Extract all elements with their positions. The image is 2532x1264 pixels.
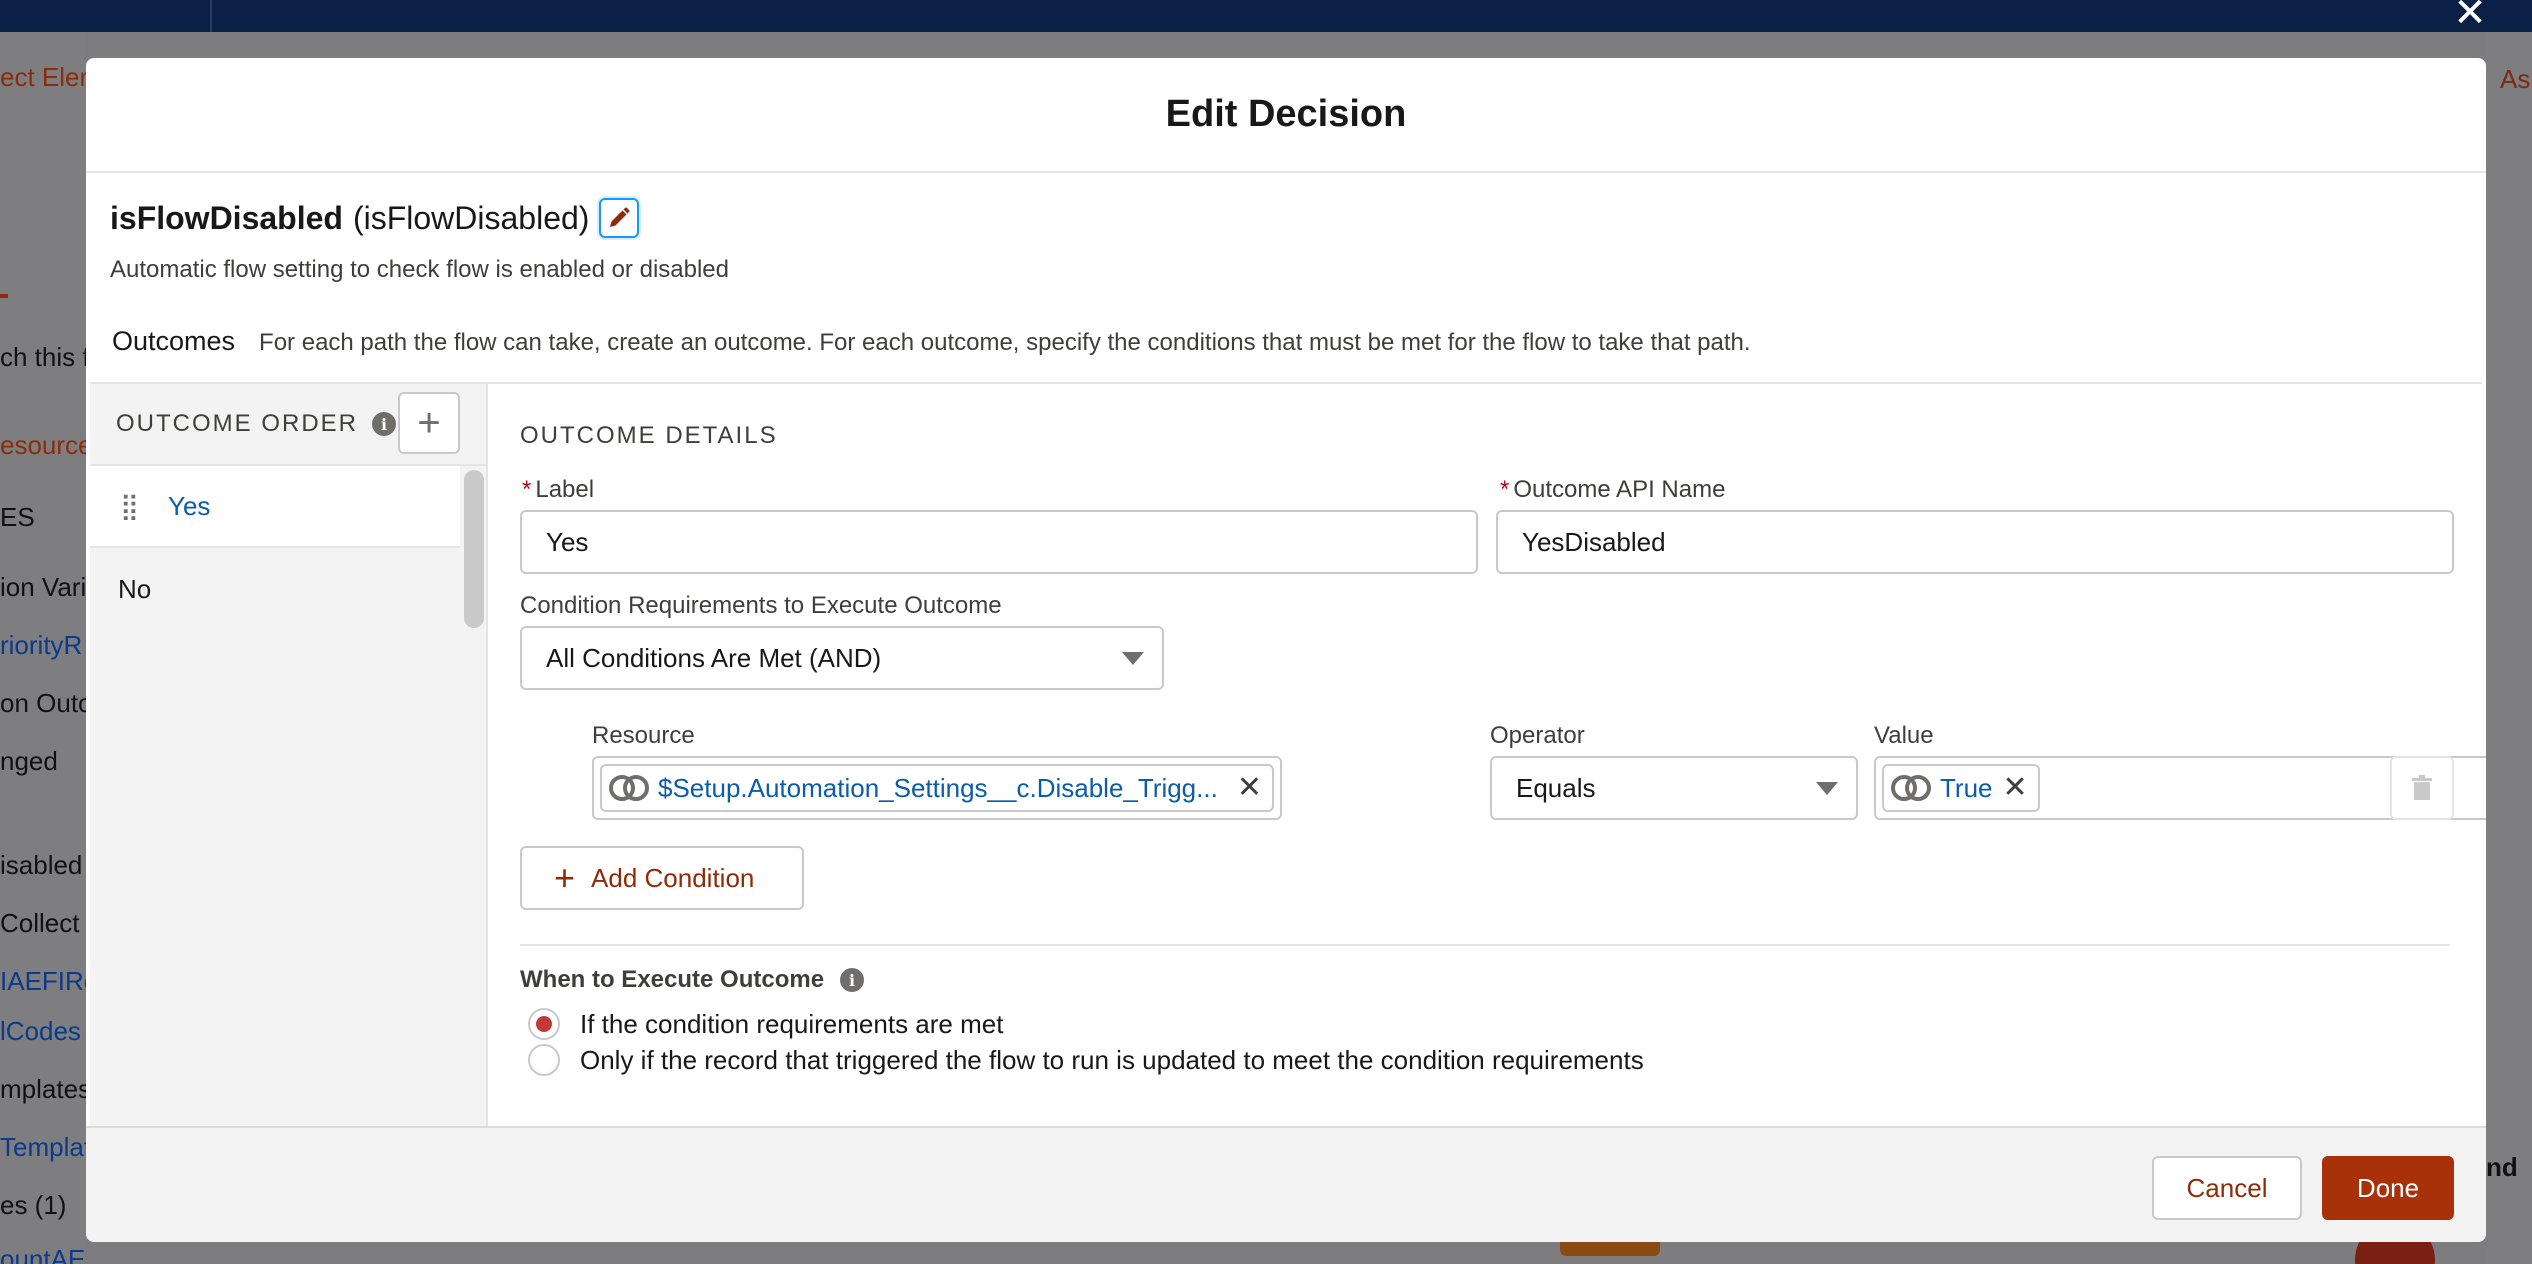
outcome-item-no[interactable]: No (90, 548, 460, 630)
bg-sidebar-item: IAEFIRe (0, 966, 86, 996)
header-divider (210, 0, 212, 32)
value-label: Value (1874, 722, 1934, 749)
radio-label: Only if the record that triggered the fl… (580, 1044, 1644, 1075)
outcome-list: ⣿ Yes No (90, 466, 460, 630)
radio-label: If the condition requirements are met (580, 1008, 1004, 1039)
remove-resource-icon[interactable]: ✕ (1237, 773, 1262, 803)
close-modal-icon[interactable]: ✕ (2448, 0, 2492, 33)
done-button[interactable]: Done (2322, 1156, 2454, 1220)
global-header (0, 0, 2532, 32)
outcome-item-label: Yes (168, 490, 211, 521)
edit-properties-button[interactable] (599, 198, 640, 238)
outcome-list-scrollbar[interactable] (464, 470, 484, 628)
when-to-execute-title: When to Execute Outcome i (520, 966, 865, 994)
bg-sidebar-item: lCodes (0, 1016, 81, 1046)
element-name-row: isFlowDisabled (isFlowDisabled) (110, 198, 640, 238)
selected-value: All Conditions Are Met (AND) (546, 642, 882, 673)
chevron-down-icon (1122, 652, 1144, 665)
outcome-details-panel: OUTCOME DETAILS * Label Yes * Outcome API … (490, 384, 2486, 1126)
resource-pill: $Setup.Automation_Settings__c.Disable_Tr… (600, 764, 1274, 812)
value-text: True (1940, 772, 1993, 803)
bg-sidebar-item: riorityR (0, 630, 83, 660)
api-name-input[interactable]: YesDisabled (1496, 510, 2454, 574)
bg-sidebar-item: ect Elem (0, 62, 86, 92)
element-api-name: (isFlowDisabled) (352, 199, 590, 236)
radio-condition-met[interactable]: If the condition requirements are met (528, 1008, 1003, 1040)
resource-value: $Setup.Automation_Settings__c.Disable_Tr… (658, 772, 1218, 803)
info-icon[interactable]: i (840, 968, 865, 992)
bg-right-label: nd (2486, 1152, 2518, 1182)
outcome-item-label: No (118, 573, 152, 604)
selected-value: Equals (1516, 772, 1596, 803)
bg-sidebar-item: nged (0, 746, 58, 776)
outcomes-label: Outcomes (112, 326, 236, 356)
operator-label: Operator (1490, 722, 1585, 749)
background-right-panel: As (2486, 32, 2532, 1264)
trash-icon (2412, 775, 2432, 800)
condition-requirements-select[interactable]: All Conditions Are Met (AND) (520, 626, 1164, 690)
bg-sidebar-item: esource (0, 430, 86, 460)
bg-sidebar-item: ion Vari (0, 572, 86, 602)
condition-requirements-label: Condition Requirements to Execute Outcom… (520, 592, 1002, 619)
element-description: Automatic flow setting to check flow is … (110, 256, 729, 283)
bg-sidebar-item: on Outc (0, 688, 86, 718)
delete-condition-button[interactable] (2390, 756, 2454, 820)
radio-button[interactable] (528, 1008, 560, 1040)
modal-header: Edit Decision (86, 58, 2486, 173)
global-variable-icon (1891, 775, 1931, 801)
edit-decision-modal: Edit Decision isFlowDisabled (isFlowDisa… (86, 58, 2486, 1242)
modal-title: Edit Decision (1165, 93, 1407, 135)
operator-select[interactable]: Equals (1490, 756, 1858, 820)
api-name-field-label: * Outcome API Name (1500, 476, 1726, 503)
element-label: isFlowDisabled (110, 199, 343, 236)
outcome-order-title: OUTCOME ORDER (116, 410, 358, 437)
info-icon[interactable]: i (372, 412, 396, 436)
add-outcome-button[interactable]: + (398, 392, 460, 454)
plus-icon: + (417, 400, 441, 445)
pencil-icon (610, 207, 630, 227)
required-asterisk: * (1500, 476, 1510, 503)
plus-icon: + (554, 857, 576, 898)
cancel-button[interactable]: Cancel (2152, 1156, 2302, 1220)
drag-handle-icon[interactable]: ⣿ (120, 491, 150, 522)
outcomes-panel: OUTCOME ORDER i + ⣿ Yes No OUTCOME DETAI… (90, 382, 2486, 1126)
active-tab-indicator (0, 294, 8, 298)
bg-sidebar-item: ES (0, 502, 35, 532)
outcome-details-title: OUTCOME DETAILS (520, 422, 778, 449)
bg-sidebar-item: ch this f (0, 342, 86, 372)
outcomes-help-text: For each path the flow can take, create … (259, 329, 1751, 356)
outcome-item-yes[interactable]: ⣿ Yes (90, 466, 460, 548)
radio-button[interactable] (528, 1044, 560, 1076)
modal-footer: Cancel Done (86, 1126, 2486, 1242)
add-condition-label: Add Condition (591, 862, 755, 893)
bg-right-link: As (2500, 64, 2531, 94)
section-divider (520, 944, 2450, 946)
bg-sidebar-item: Collect (0, 908, 80, 938)
bg-sidebar-item: Templat (0, 1132, 86, 1162)
bg-sidebar-item: es (1) (0, 1190, 67, 1220)
bg-sidebar-item: ountAEFIReports (0, 1244, 86, 1264)
radio-record-updated[interactable]: Only if the record that triggered the fl… (528, 1044, 1644, 1076)
add-condition-button[interactable]: + Add Condition (520, 846, 804, 910)
chevron-down-icon (1816, 782, 1838, 795)
outcomes-header: Outcomes For each path the flow can take… (112, 326, 1751, 357)
resource-input[interactable]: $Setup.Automation_Settings__c.Disable_Tr… (592, 756, 1282, 820)
resource-label: Resource (592, 722, 695, 749)
bg-sidebar-item: isabled (0, 850, 83, 880)
global-variable-icon (609, 775, 649, 801)
outcome-order-panel: OUTCOME ORDER i + ⣿ Yes No (90, 384, 488, 1126)
label-field-label: * Label (522, 476, 595, 503)
remove-value-icon[interactable]: ✕ (2003, 773, 2028, 803)
value-pill: True ✕ (1882, 764, 2040, 812)
background-sidebar: ect Elem ch this f esource ES ion Vari r… (0, 32, 86, 1264)
bg-sidebar-item: mplates (0, 1074, 86, 1104)
label-input[interactable]: Yes (520, 510, 1478, 574)
required-asterisk: * (522, 476, 532, 503)
